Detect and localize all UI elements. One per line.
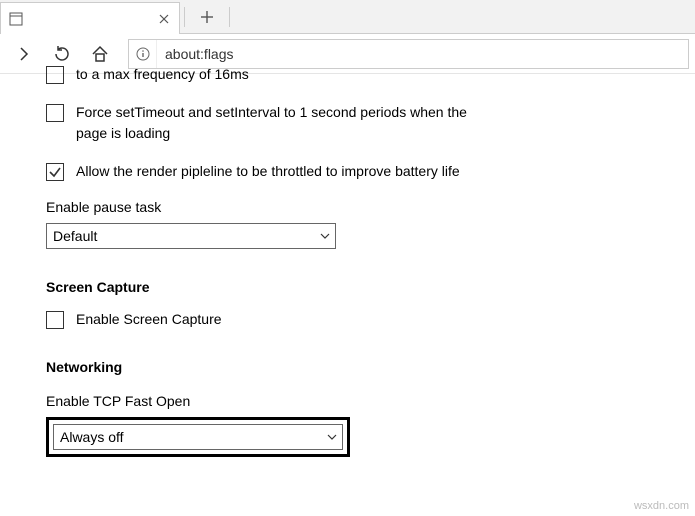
option-label: to a max frequency of 16ms (76, 64, 249, 84)
page-icon (9, 12, 23, 26)
address-text[interactable]: about:flags (157, 46, 688, 62)
option-row: Force setTimeout and setInterval to 1 se… (46, 102, 695, 143)
tcp-fast-open-label: Enable TCP Fast Open (46, 393, 695, 409)
browser-tab[interactable] (0, 2, 180, 34)
networking-heading: Networking (46, 359, 695, 375)
pause-task-select[interactable]: Default (46, 223, 336, 249)
tab-bar (0, 0, 695, 34)
new-tab-button[interactable] (189, 1, 225, 33)
pause-task-label: Enable pause task (46, 199, 695, 215)
tab-separator (229, 7, 230, 27)
option-row: Enable Screen Capture (46, 309, 695, 329)
select-value: Default (53, 228, 97, 244)
option-label: Force setTimeout and setInterval to 1 se… (76, 102, 496, 143)
checkbox-checked[interactable] (46, 163, 64, 181)
select-value: Always off (60, 429, 124, 445)
checkbox[interactable] (46, 104, 64, 122)
forward-button[interactable] (6, 36, 42, 72)
page-content: to a max frequency of 16ms Force setTime… (0, 64, 695, 457)
option-row: Allow the render pipleline to be throttl… (46, 161, 695, 181)
checkbox[interactable] (46, 66, 64, 84)
option-label: Allow the render pipleline to be throttl… (76, 161, 460, 181)
option-label: Enable Screen Capture (76, 309, 222, 329)
close-icon[interactable] (157, 12, 171, 26)
watermark: wsxdn.com (634, 500, 689, 512)
tab-separator (184, 7, 185, 27)
screen-capture-heading: Screen Capture (46, 279, 695, 295)
checkbox[interactable] (46, 311, 64, 329)
highlight-box: Always off (46, 417, 350, 457)
tcp-fast-open-select[interactable]: Always off (53, 424, 343, 450)
